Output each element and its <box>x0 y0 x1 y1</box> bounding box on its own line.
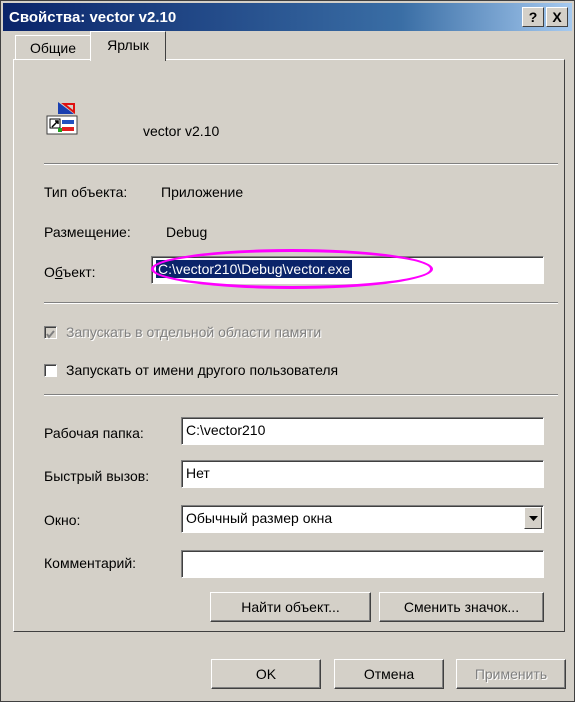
target-label: Объект: <box>44 264 96 280</box>
location-value: Debug <box>166 224 208 240</box>
title-bar[interactable]: Свойства: vector v2.10 ? X <box>3 3 572 31</box>
workdir-input[interactable]: C:\vector210 <box>181 417 544 445</box>
workdir-label: Рабочая папка: <box>44 425 144 441</box>
checkmark-icon <box>46 330 55 339</box>
run-separate-memory-label: Запускать в отдельной области памяти <box>66 324 322 340</box>
separator <box>44 302 558 304</box>
window-label: Окно: <box>44 512 81 528</box>
find-target-button[interactable]: Найти объект... <box>210 592 371 622</box>
chevron-down-icon <box>528 515 538 521</box>
window-title: Свойства: vector v2.10 <box>9 8 177 26</box>
run-separate-memory-checkbox[interactable] <box>44 326 57 339</box>
app-icon <box>44 100 80 136</box>
window-select-value: Обычный размер окна <box>186 510 333 526</box>
cancel-button[interactable]: Отмена <box>334 659 444 689</box>
object-type-value: Приложение <box>161 184 244 200</box>
properties-window: Свойства: vector v2.10 ? X Общие Ярлык v… <box>0 0 575 702</box>
hotkey-input[interactable]: Нет <box>181 460 544 488</box>
shortcut-name: vector v2.10 <box>143 123 220 139</box>
tab-general[interactable]: Общие <box>15 35 91 59</box>
location-label: Размещение: <box>44 224 131 240</box>
dropdown-button[interactable] <box>524 507 542 529</box>
ok-button[interactable]: OK <box>211 659 321 689</box>
shortcut-panel: vector v2.10 Тип объекта: Приложение Раз… <box>13 59 565 632</box>
comment-input[interactable] <box>181 550 544 578</box>
run-as-user-checkbox[interactable] <box>44 364 57 377</box>
change-icon-button[interactable]: Сменить значок... <box>379 592 544 622</box>
window-select[interactable]: Обычный размер окна <box>181 505 544 533</box>
separator <box>44 163 558 165</box>
target-input[interactable]: C:\vector210\Debug\vector.exe <box>151 256 544 284</box>
tab-shortcut[interactable]: Ярлык <box>90 31 166 61</box>
separator <box>44 394 558 396</box>
object-type-label: Тип объекта: <box>44 184 128 200</box>
target-selection: C:\vector210\Debug\vector.exe <box>156 260 353 278</box>
hotkey-label: Быстрый вызов: <box>44 468 150 484</box>
run-as-user-label: Запускать от имени другого пользователя <box>66 362 339 378</box>
apply-button[interactable]: Применить <box>456 659 566 689</box>
close-button[interactable]: X <box>546 7 568 27</box>
comment-label: Комментарий: <box>44 555 137 571</box>
help-button[interactable]: ? <box>522 7 544 27</box>
